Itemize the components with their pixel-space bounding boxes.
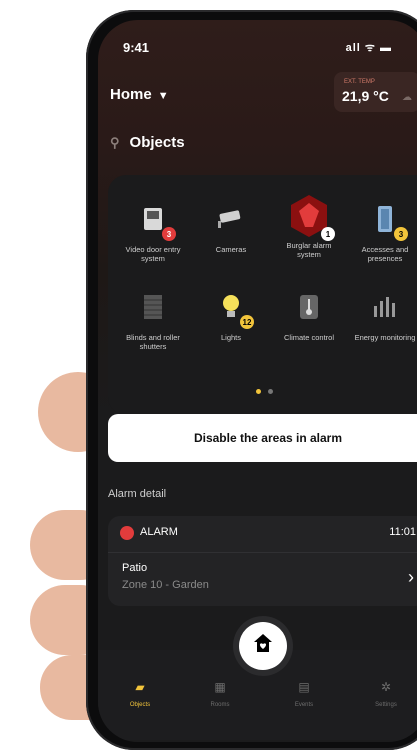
home-label: Home xyxy=(110,86,152,103)
tile-badge: 12 xyxy=(240,315,254,329)
tile-label: Video door entry system xyxy=(125,245,181,263)
nav-label: Settings xyxy=(375,702,397,708)
tile-blinds[interactable]: Blinds and roller shutters xyxy=(118,287,188,351)
tile-energy[interactable]: Energy monitoring xyxy=(350,287,417,342)
tile-label: Blinds and roller shutters xyxy=(126,333,180,351)
disable-alarm-button[interactable]: Disable the areas in alarm xyxy=(108,414,417,462)
tile-badge: 3 xyxy=(162,227,176,241)
home-alarm-button[interactable] xyxy=(239,622,287,670)
temp-label: EXT. TEMP xyxy=(344,79,375,85)
tile-accesses[interactable]: 3 Accesses and presences xyxy=(350,199,417,263)
status-icons: all ᯤ ▬ xyxy=(345,42,392,54)
tile-badge: 3 xyxy=(394,227,408,241)
tile-label: Climate control xyxy=(283,333,335,342)
objects-nav-icon: ▰ xyxy=(135,680,145,694)
access-icon: 3 xyxy=(365,199,408,241)
chevron-right-icon[interactable]: › xyxy=(408,567,414,588)
objects-heading: ⚲ Objects xyxy=(110,134,185,151)
alarm-detail-title: Alarm detail xyxy=(108,488,167,500)
events-icon: ▤ xyxy=(298,680,310,694)
alarm-status: ALARM xyxy=(140,526,178,538)
temp-value: 21,9 °C xyxy=(342,88,389,104)
tile-label: Accesses and presences xyxy=(361,245,409,263)
tile-video-door[interactable]: 3 Video door entry system xyxy=(118,199,188,263)
tile-label: Lights xyxy=(220,333,241,342)
objects-title: Objects xyxy=(129,134,185,151)
weather-icon: ☁ xyxy=(402,92,412,103)
nav-item-objects[interactable]: ▰ Objects xyxy=(110,680,170,708)
rooms-icon: ▦ xyxy=(214,680,226,694)
nav-label: Events xyxy=(294,702,314,708)
nav-label: Objects xyxy=(129,702,151,708)
settings-icon: ✲ xyxy=(380,680,392,694)
nav-label: Rooms xyxy=(210,702,230,708)
tile-climate[interactable]: Climate control xyxy=(274,287,344,342)
energy-icon xyxy=(365,287,405,327)
page-dot-active[interactable] xyxy=(256,389,261,394)
nav-item-rooms[interactable]: ▦ Rooms xyxy=(190,680,250,708)
temperature-card[interactable]: EXT. TEMP 21,9 °C ☁ xyxy=(334,72,417,112)
chevron-down-icon: ▼ xyxy=(157,90,169,102)
tile-lights[interactable]: 12 Lights xyxy=(196,287,266,342)
thermometer-icon xyxy=(289,287,329,327)
bulb-icon: 12 xyxy=(211,287,254,329)
objects-icon: ⚲ xyxy=(110,135,120,150)
tile-burglar-alarm[interactable]: 1 Burglar alarm system xyxy=(274,193,344,259)
alarm-icon: 1 xyxy=(286,193,335,241)
tile-label: Burglar alarm system xyxy=(286,241,332,259)
objects-panel: 3 Video door entry system Cameras 1 Burg… xyxy=(108,175,417,415)
door-entry-icon: 3 xyxy=(133,199,176,241)
home-selector[interactable]: Home ▼ xyxy=(110,86,169,103)
tile-cameras[interactable]: Cameras xyxy=(196,199,266,254)
status-time: 9:41 xyxy=(123,40,150,55)
alarm-place: Patio xyxy=(122,562,148,574)
alarm-status-icon xyxy=(120,526,134,540)
divider xyxy=(108,552,417,553)
phone-screen: 9:41 all ᯤ ▬ Home ▼ EXT. TEMP 21,9 °C ☁ ⚲… xyxy=(98,20,417,742)
alarm-card[interactable]: ALARM 11:01 Patio Zone 10 - Garden › xyxy=(108,516,417,606)
tile-label: Cameras xyxy=(215,245,247,254)
page-dot[interactable] xyxy=(268,389,273,394)
tile-badge: 1 xyxy=(321,227,335,241)
alarm-time: 11:01 xyxy=(389,526,416,538)
camera-icon xyxy=(211,199,251,239)
blinds-icon xyxy=(133,287,173,327)
alarm-zone: Zone 10 - Garden xyxy=(122,579,209,591)
house-heart-icon xyxy=(252,632,274,660)
tile-label: Energy monitoring xyxy=(354,333,416,342)
nav-item-settings[interactable]: ✲ Settings xyxy=(356,680,416,708)
nav-item-events[interactable]: ▤ Events xyxy=(274,680,334,708)
